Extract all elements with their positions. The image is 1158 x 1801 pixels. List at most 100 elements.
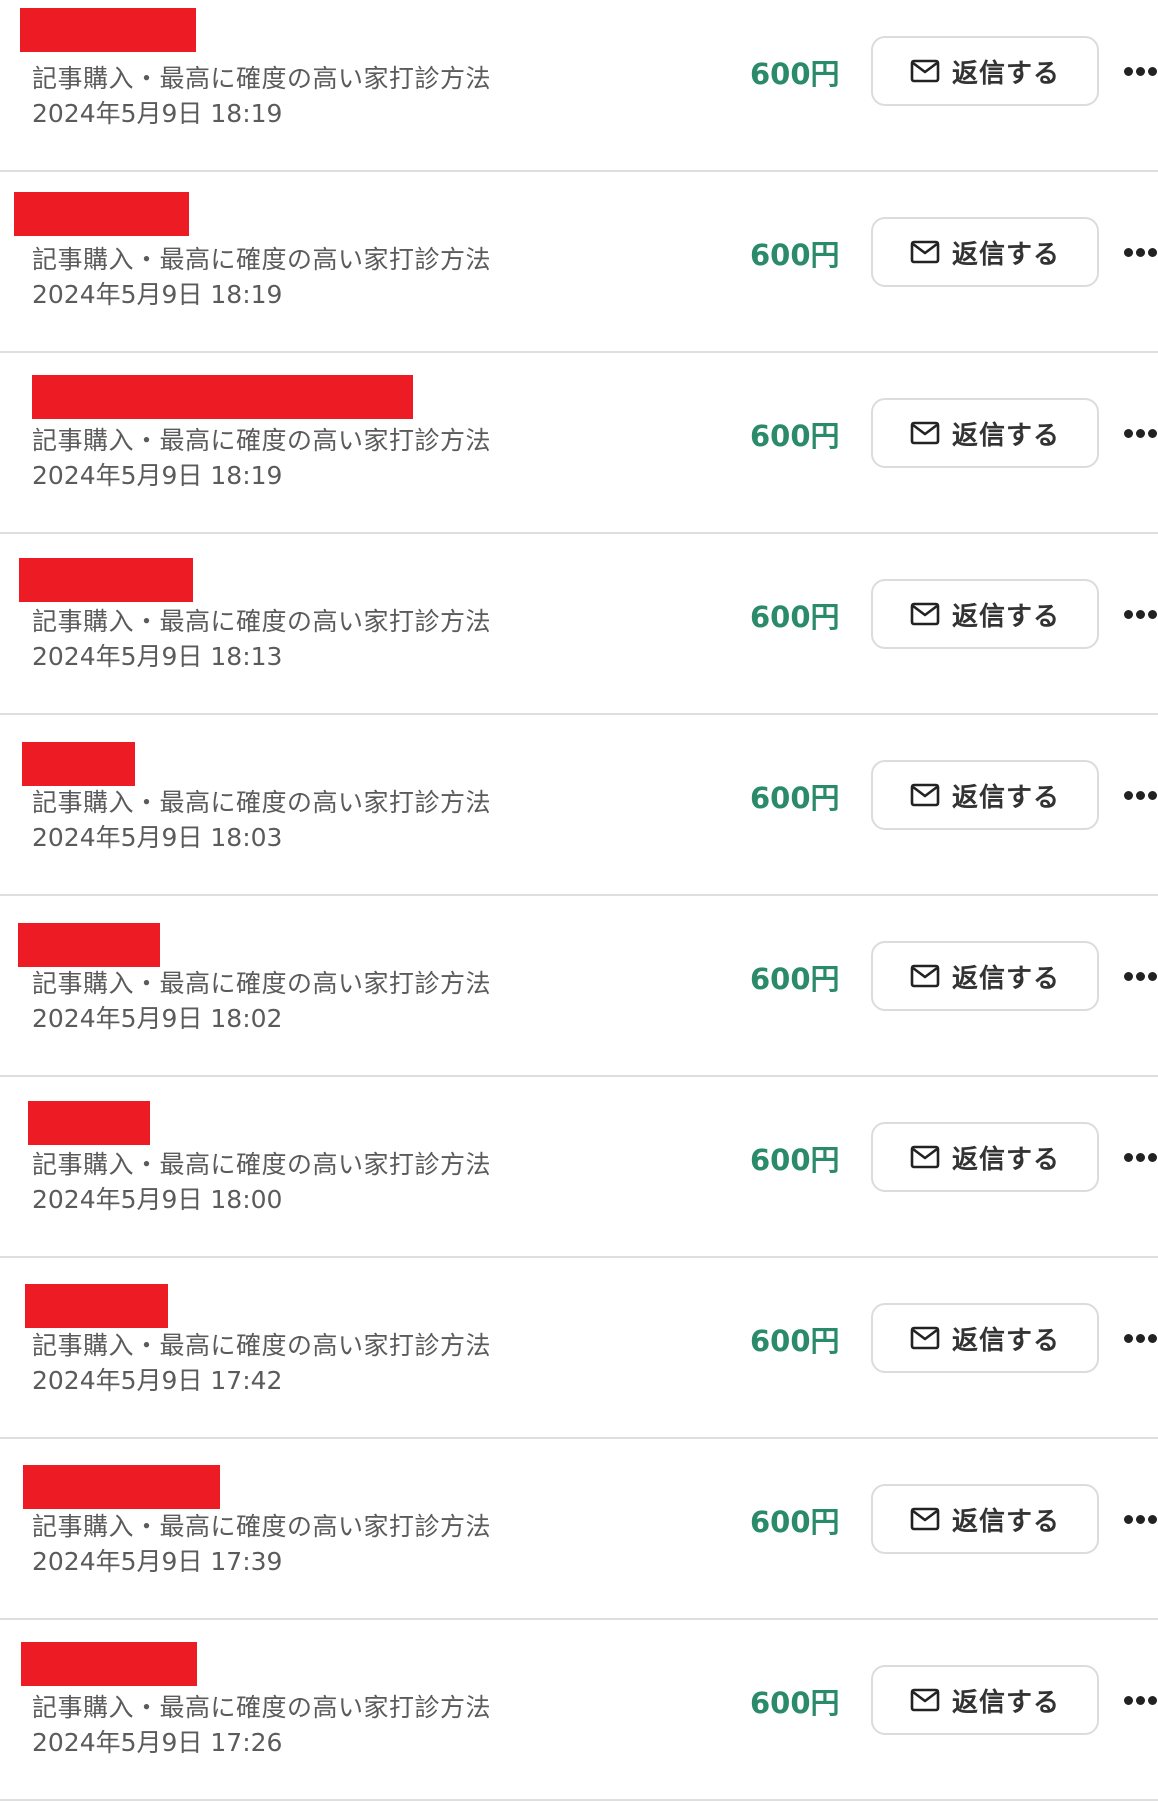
reply-button[interactable]: 返信する: [871, 1665, 1099, 1735]
more-dot: [1136, 248, 1145, 257]
reply-button[interactable]: 返信する: [871, 217, 1099, 287]
more-dot: [1148, 791, 1157, 800]
purchase-date: 2024年5月9日 18:02: [32, 1004, 283, 1033]
purchase-date: 2024年5月9日 18:19: [32, 280, 283, 309]
purchase-price: 600円: [750, 238, 840, 272]
purchase-price: 600円: [750, 600, 840, 634]
purchase-date: 2024年5月9日 17:26: [32, 1728, 283, 1757]
envelope-icon: [910, 964, 940, 988]
more-dot: [1148, 972, 1157, 981]
more-dot: [1136, 972, 1145, 981]
more-options-icon[interactable]: [1124, 56, 1158, 86]
more-dot: [1124, 248, 1133, 257]
reply-button[interactable]: 返信する: [871, 1303, 1099, 1373]
reply-button[interactable]: 返信する: [871, 1484, 1099, 1554]
purchase-row: 記事購入・最高に確度の高い家打診方法 2024年5月9日 18:03 600円 返信す…: [0, 715, 1158, 896]
purchase-title: 記事購入・最高に確度の高い家打診方法: [32, 788, 492, 817]
more-dot: [1148, 1153, 1157, 1162]
more-dot: [1148, 429, 1157, 438]
reply-button[interactable]: 返信する: [871, 398, 1099, 468]
purchase-title: 記事購入・最高に確度の高い家打診方法: [32, 64, 492, 93]
purchase-title: 記事購入・最高に確度の高い家打診方法: [32, 1693, 492, 1722]
purchase-price: 600円: [750, 1686, 840, 1720]
reply-button-label: 返信する: [951, 601, 1060, 632]
more-dot: [1124, 610, 1133, 619]
purchase-price: 600円: [750, 781, 840, 815]
reply-button[interactable]: 返信する: [871, 760, 1099, 830]
redacted-buyer-name: [22, 742, 135, 786]
more-options-icon[interactable]: [1124, 1323, 1158, 1353]
purchase-date: 2024年5月9日 18:03: [32, 823, 283, 852]
purchase-price: 600円: [750, 1324, 840, 1358]
more-dot: [1148, 1334, 1157, 1343]
purchase-row: 記事購入・最高に確度の高い家打診方法 2024年5月9日 18:02 600円 返信す…: [0, 896, 1158, 1077]
envelope-icon: [910, 1688, 940, 1712]
purchase-title: 記事購入・最高に確度の高い家打診方法: [32, 426, 492, 455]
more-dot: [1124, 972, 1133, 981]
purchase-row: 記事購入・最高に確度の高い家打診方法 2024年5月9日 18:19 600円 返信す…: [0, 0, 1158, 172]
reply-button[interactable]: 返信する: [871, 941, 1099, 1011]
redacted-buyer-name: [23, 1465, 220, 1509]
more-dot: [1136, 791, 1145, 800]
more-dot: [1136, 1515, 1145, 1524]
more-dot: [1124, 1696, 1133, 1705]
purchase-price: 600円: [750, 1143, 840, 1177]
more-dot: [1124, 1153, 1133, 1162]
purchase-title: 記事購入・最高に確度の高い家打診方法: [32, 1512, 492, 1541]
purchase-price: 600円: [750, 57, 840, 91]
purchase-row: 記事購入・最高に確度の高い家打診方法 2024年5月9日 17:42 600円 返信す…: [0, 1258, 1158, 1439]
purchase-date: 2024年5月9日 18:00: [32, 1185, 283, 1214]
purchase-date: 2024年5月9日 17:42: [32, 1366, 283, 1395]
purchase-row: 記事購入・最高に確度の高い家打診方法 2024年5月9日 18:00 600円 返信す…: [0, 1077, 1158, 1258]
more-dot: [1124, 1334, 1133, 1343]
more-dot: [1124, 791, 1133, 800]
redacted-buyer-name: [28, 1101, 150, 1145]
more-dot: [1124, 67, 1133, 76]
purchase-date: 2024年5月9日 17:39: [32, 1547, 283, 1576]
more-dot: [1136, 429, 1145, 438]
envelope-icon: [910, 1145, 940, 1169]
reply-button[interactable]: 返信する: [871, 1122, 1099, 1192]
more-dot: [1136, 1696, 1145, 1705]
redacted-buyer-name: [20, 8, 196, 52]
purchase-title: 記事購入・最高に確度の高い家打診方法: [32, 1331, 492, 1360]
envelope-icon: [910, 783, 940, 807]
envelope-icon: [910, 59, 940, 83]
redacted-buyer-name: [25, 1284, 168, 1328]
purchase-row: 記事購入・最高に確度の高い家打診方法 2024年5月9日 18:19 600円 返信す…: [0, 172, 1158, 353]
reply-button-label: 返信する: [951, 963, 1060, 994]
reply-button-label: 返信する: [951, 1325, 1060, 1356]
envelope-icon: [910, 240, 940, 264]
reply-button[interactable]: 返信する: [871, 579, 1099, 649]
purchase-row: 記事購入・最高に確度の高い家打診方法 2024年5月9日 18:19 600円 返信す…: [0, 353, 1158, 534]
more-options-icon[interactable]: [1124, 237, 1158, 267]
redacted-buyer-name: [18, 923, 160, 967]
more-dot: [1136, 1334, 1145, 1343]
redacted-buyer-name: [19, 558, 193, 602]
purchase-title: 記事購入・最高に確度の高い家打診方法: [32, 245, 492, 274]
more-dot: [1124, 429, 1133, 438]
reply-button-label: 返信する: [951, 1506, 1060, 1537]
more-options-icon[interactable]: [1124, 1142, 1158, 1172]
envelope-icon: [910, 1507, 940, 1531]
reply-button[interactable]: 返信する: [871, 36, 1099, 106]
purchase-date: 2024年5月9日 18:19: [32, 461, 283, 490]
more-options-icon[interactable]: [1124, 418, 1158, 448]
purchase-title: 記事購入・最高に確度の高い家打診方法: [32, 1150, 492, 1179]
purchase-row: 記事購入・最高に確度の高い家打診方法 2024年5月9日 17:39 600円 返信す…: [0, 1439, 1158, 1620]
envelope-icon: [910, 602, 940, 626]
more-options-icon[interactable]: [1124, 780, 1158, 810]
reply-button-label: 返信する: [951, 1687, 1060, 1718]
purchase-row: 記事購入・最高に確度の高い家打診方法 2024年5月9日 17:26 600円 返信す…: [0, 1620, 1158, 1801]
more-options-icon[interactable]: [1124, 961, 1158, 991]
reply-button-label: 返信する: [951, 420, 1060, 451]
more-options-icon[interactable]: [1124, 599, 1158, 629]
purchase-list: 記事購入・最高に確度の高い家打診方法 2024年5月9日 18:19 600円 返信す…: [0, 0, 1158, 1801]
more-options-icon[interactable]: [1124, 1685, 1158, 1715]
purchase-date: 2024年5月9日 18:13: [32, 642, 283, 671]
more-dot: [1148, 610, 1157, 619]
purchase-price: 600円: [750, 419, 840, 453]
more-options-icon[interactable]: [1124, 1504, 1158, 1534]
envelope-icon: [910, 1326, 940, 1350]
more-dot: [1136, 610, 1145, 619]
